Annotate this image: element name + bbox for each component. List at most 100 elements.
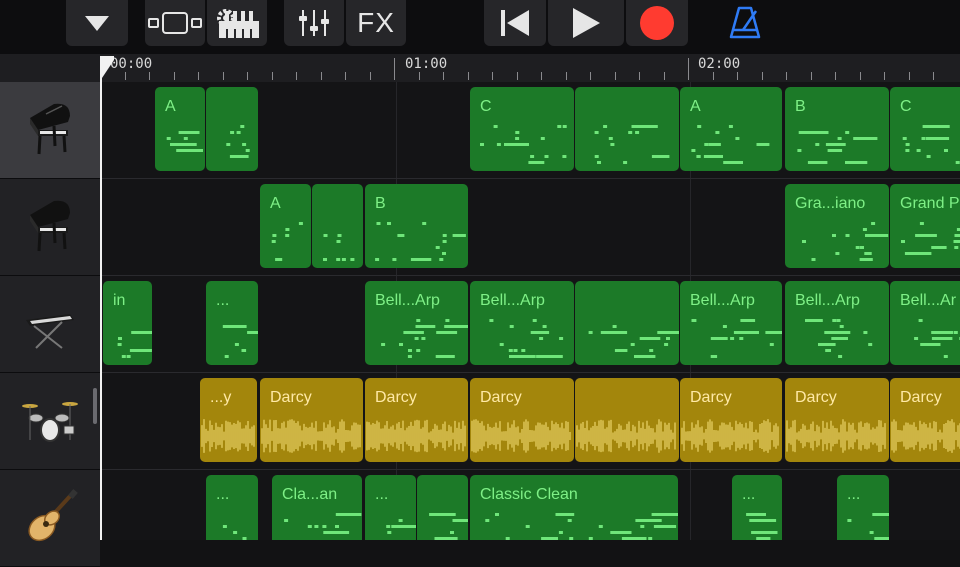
audio-region[interactable]: Darcy xyxy=(260,378,363,462)
region-label: Bell...Arp xyxy=(795,292,860,310)
ruler-tick xyxy=(860,72,861,80)
ruler-tick xyxy=(786,72,787,80)
midi-region[interactable]: B xyxy=(785,87,889,171)
track-resize-handle[interactable] xyxy=(93,388,97,424)
region-label: Darcy xyxy=(270,389,312,407)
midi-region[interactable]: Bell...Arp xyxy=(785,281,889,365)
midi-region[interactable]: Grand P xyxy=(890,184,960,268)
playhead[interactable] xyxy=(100,58,102,540)
audio-region[interactable]: ...y xyxy=(200,378,257,462)
record-button[interactable] xyxy=(626,0,688,46)
ruler-label-1: 01:00 xyxy=(405,56,447,72)
midi-region[interactable]: B xyxy=(365,184,468,268)
play-button[interactable] xyxy=(548,0,624,46)
midi-region[interactable] xyxy=(312,184,363,268)
midi-region[interactable] xyxy=(206,87,258,171)
midi-region[interactable]: ... xyxy=(732,475,782,540)
browser-view-button[interactable] xyxy=(145,0,205,46)
ruler-tick xyxy=(198,72,199,80)
region-label: in xyxy=(113,292,125,310)
ruler-tick xyxy=(933,72,934,80)
ruler-tick xyxy=(566,72,567,80)
midi-region[interactable]: Cla...an xyxy=(272,475,362,540)
midi-region[interactable]: Gra...iano xyxy=(785,184,889,268)
midi-region[interactable]: Bell...Arp xyxy=(470,281,574,365)
midi-region[interactable]: Classic Clean xyxy=(470,475,678,540)
region-label: Bell...Arp xyxy=(375,292,440,310)
midi-region[interactable]: Bell...Arp xyxy=(365,281,468,365)
midi-region[interactable]: Bell...Ar xyxy=(890,281,960,365)
midi-region[interactable]: ... xyxy=(206,281,258,365)
midi-notes xyxy=(312,184,363,268)
midi-region[interactable]: A xyxy=(680,87,782,171)
ruler-tick xyxy=(345,72,346,80)
midi-region[interactable]: ... xyxy=(365,475,416,540)
ruler-tick xyxy=(296,72,297,80)
track-header-grand-piano-1[interactable] xyxy=(0,82,100,179)
audio-region[interactable]: Darcy xyxy=(365,378,468,462)
region-label: Darcy xyxy=(690,389,732,407)
ruler-tick xyxy=(272,72,273,80)
region-label: ... xyxy=(216,486,229,504)
midi-region[interactable] xyxy=(417,475,468,540)
midi-region[interactable]: in xyxy=(103,281,152,365)
metronome-button[interactable] xyxy=(728,5,762,44)
grand-piano-icon xyxy=(24,100,76,160)
tracks-view-icon xyxy=(148,11,202,35)
region-label: Grand P xyxy=(900,195,960,213)
fx-button[interactable]: FX xyxy=(346,0,406,46)
region-label: ... xyxy=(216,292,229,310)
audio-region[interactable] xyxy=(575,378,679,462)
ruler-label-0: 00:00 xyxy=(110,56,152,72)
play-icon xyxy=(571,7,601,39)
region-label: ... xyxy=(375,486,388,504)
audio-region[interactable]: Darcy xyxy=(785,378,889,462)
control-bar: FX xyxy=(0,0,960,54)
midi-notes xyxy=(260,184,311,268)
track-header-drum-kit[interactable] xyxy=(0,373,100,470)
ruler-tick xyxy=(811,72,812,80)
track-header-guitar[interactable] xyxy=(0,470,100,567)
ruler-tick xyxy=(443,72,444,80)
tracks-area[interactable]: ACABCABGra...ianoGrand Pin...Bell...ArpB… xyxy=(100,82,960,540)
my-songs-dropdown-button[interactable] xyxy=(66,0,128,46)
midi-region[interactable] xyxy=(575,281,679,365)
go-to-beginning-button[interactable] xyxy=(484,0,546,46)
midi-notes xyxy=(732,475,782,540)
ruler-tick xyxy=(247,72,248,80)
midi-region[interactable]: C xyxy=(470,87,574,171)
metronome-icon xyxy=(728,5,762,39)
ruler-tick xyxy=(737,72,738,80)
track-header-synth-keyboard[interactable] xyxy=(0,276,100,373)
ruler-tick xyxy=(223,72,224,80)
midi-notes xyxy=(272,475,362,540)
timeline-ruler[interactable]: 00:00 01:00 02:00 xyxy=(0,54,960,83)
mixer-button[interactable] xyxy=(284,0,344,46)
midi-region[interactable]: C xyxy=(890,87,960,171)
midi-region[interactable]: Bell...Arp xyxy=(680,281,782,365)
midi-region[interactable]: A xyxy=(260,184,311,268)
region-label: Bell...Arp xyxy=(480,292,545,310)
track-headers xyxy=(0,82,100,540)
region-label: B xyxy=(795,98,806,116)
region-label: Darcy xyxy=(480,389,522,407)
midi-notes xyxy=(417,475,468,540)
audio-region[interactable]: Darcy xyxy=(470,378,574,462)
fx-label: FX xyxy=(357,7,395,39)
smart-controls-button[interactable] xyxy=(207,0,267,46)
midi-region[interactable]: A xyxy=(155,87,205,171)
playhead-handle-icon[interactable] xyxy=(100,56,116,80)
audio-region[interactable]: Darcy xyxy=(890,378,960,462)
midi-notes xyxy=(206,281,258,365)
drum-kit-icon xyxy=(22,396,78,446)
midi-notes xyxy=(103,281,152,365)
midi-region[interactable]: ... xyxy=(837,475,889,540)
gear-keyboard-icon xyxy=(213,7,261,39)
ruler-tick xyxy=(909,72,910,80)
audio-region[interactable]: Darcy xyxy=(680,378,782,462)
ruler-tick xyxy=(370,72,371,80)
midi-region[interactable]: ... xyxy=(206,475,258,540)
midi-region[interactable] xyxy=(575,87,679,171)
ruler-tick xyxy=(713,72,714,80)
track-header-grand-piano-2[interactable] xyxy=(0,179,100,276)
